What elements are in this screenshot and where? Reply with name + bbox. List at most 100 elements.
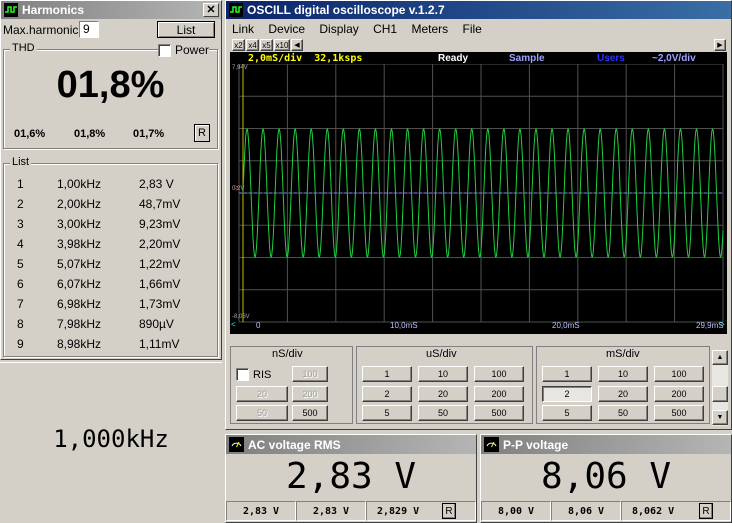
zoom-x10-button[interactable]: x10	[274, 39, 290, 51]
frequency-display: 1,000kHz	[53, 425, 169, 453]
harmonic-frequency: 3,00kHz	[57, 217, 102, 231]
ris-checkbox[interactable]	[236, 368, 249, 381]
us-1-button[interactable]: 1	[362, 366, 412, 382]
list-item: 3 3,00kHz 9,23mV	[17, 217, 209, 231]
ac-rms-reset-button[interactable]: R	[442, 503, 456, 519]
scope-screen[interactable]: 2,0mS/div 32,1ksps Ready Sample Users ~2…	[230, 52, 727, 334]
menu-ch1[interactable]: CH1	[373, 22, 397, 36]
us-2-button[interactable]: 2	[362, 386, 412, 402]
harmonic-number: 2	[17, 197, 24, 211]
menu-file[interactable]: File	[462, 22, 481, 36]
close-icon[interactable]: ✕	[203, 3, 219, 17]
x-label-20: 20,0mS	[552, 321, 580, 330]
harmonic-amplitude: 48,7mV	[139, 197, 181, 211]
scroll-left-marker-icon[interactable]: <	[231, 320, 236, 329]
harmonic-amplitude: 1,22mV	[139, 257, 181, 271]
thd-sub-3: 01,7%	[133, 128, 165, 140]
harmonic-frequency: 5,07kHz	[57, 257, 102, 271]
pp-title: P-P voltage	[503, 437, 569, 452]
list-item: 8 7,98kHz 890µV	[17, 317, 209, 331]
osc-titlebar[interactable]: OSCILL digital oscilloscope v.1.2.7	[226, 1, 731, 19]
list-item: 6 6,07kHz 1,66mV	[17, 277, 209, 291]
scroll-down-icon[interactable]: ▼	[712, 410, 728, 425]
scroll-up-icon[interactable]: ▲	[712, 350, 728, 365]
x-label-10: 10,0mS	[390, 321, 418, 330]
menu-link[interactable]: Link	[232, 22, 254, 36]
ms-1-button[interactable]: 1	[542, 366, 592, 382]
harmonics-title: Harmonics	[22, 3, 85, 17]
ns-50-button[interactable]: 50	[236, 405, 288, 421]
harmonic-number: 4	[17, 237, 24, 251]
pp-sub-2: 8,06 V	[551, 501, 621, 521]
us-label: uS/div	[426, 348, 457, 360]
us-200-button[interactable]: 200	[474, 386, 524, 402]
ac-rms-subrow: 2,83 V 2,83 V 2,829 V R	[226, 501, 476, 522]
harmonic-amplitude: 1,73mV	[139, 297, 181, 311]
ms-200-button[interactable]: 200	[654, 386, 704, 402]
ms-100-button[interactable]: 100	[654, 366, 704, 382]
app-logo-icon	[229, 3, 243, 17]
harmonic-amplitude: 9,23mV	[139, 217, 181, 231]
list-item: 7 6,98kHz 1,73mV	[17, 297, 209, 311]
harmonic-number: 6	[17, 277, 24, 291]
ac-rms-sub-1: 2,83 V	[226, 501, 296, 521]
power-checkbox[interactable]	[157, 43, 171, 57]
zoom-x4-button[interactable]: x4	[246, 39, 259, 51]
ms-500-button[interactable]: 500	[654, 405, 704, 421]
harmonic-amplitude: 890µV	[139, 317, 174, 331]
ac-rms-titlebar[interactable]: AC voltage RMS	[226, 435, 476, 454]
us-50-button[interactable]: 50	[418, 405, 468, 421]
max-harmonic-input[interactable]: 9	[79, 21, 99, 38]
scroll-right-marker-icon[interactable]: >	[720, 320, 725, 329]
vertical-scrollbar[interactable]: ▲ ▼	[712, 350, 728, 426]
ms-10-button[interactable]: 10	[598, 366, 648, 382]
harmonics-titlebar[interactable]: Harmonics ✕	[1, 1, 221, 19]
pp-meter: P-P voltage 8,06 V 8,00 V 8,06 V 8,062 V…	[480, 434, 732, 523]
scope-plot	[238, 64, 724, 323]
ms-2-button[interactable]: 2	[542, 386, 592, 402]
scroll-thumb[interactable]	[712, 386, 728, 402]
harmonic-frequency: 6,07kHz	[57, 277, 102, 291]
oscilloscope-window: OSCILL digital oscilloscope v.1.2.7 Link…	[225, 0, 732, 430]
menu-meters[interactable]: Meters	[411, 22, 448, 36]
zoom-x2-button[interactable]: x2	[232, 39, 245, 51]
trigger-marker-icon[interactable]: >	[234, 183, 240, 192]
harmonic-frequency: 6,98kHz	[57, 297, 102, 311]
state-status: Ready	[438, 53, 469, 64]
ns-100-button[interactable]: 100	[292, 366, 328, 382]
zoom-x5-button[interactable]: x5	[260, 39, 273, 51]
harmonic-number: 1	[17, 177, 24, 191]
reset-button[interactable]: R	[194, 124, 210, 142]
ms-20-button[interactable]: 20	[598, 386, 648, 402]
scroll-left-icon[interactable]: ◀	[291, 39, 303, 51]
ms-label: mS/div	[606, 348, 640, 360]
menu-device[interactable]: Device	[268, 22, 305, 36]
us-100-button[interactable]: 100	[474, 366, 524, 382]
trigger-status: Users	[597, 53, 625, 64]
scroll-right-icon[interactable]: ▶	[714, 39, 726, 51]
ns-200-button[interactable]: 200	[292, 386, 328, 402]
ns-500-button[interactable]: 500	[292, 405, 328, 421]
y-top-label: 7,94V	[232, 65, 248, 71]
list-item: 4 3,98kHz 2,20mV	[17, 237, 209, 251]
ms-50-button[interactable]: 50	[598, 405, 648, 421]
harmonic-amplitude: 2,83 V	[139, 177, 174, 191]
us-10-button[interactable]: 10	[418, 366, 468, 382]
mode-status: Sample	[509, 53, 545, 64]
harmonics-window: Harmonics ✕ Max.harmonic 9 List THD Powe…	[0, 0, 222, 360]
us-20-button[interactable]: 20	[418, 386, 468, 402]
list-item: 1 1,00kHz 2,83 V	[17, 177, 209, 191]
pp-value: 8,06 V	[540, 456, 672, 497]
ms-5-button[interactable]: 5	[542, 405, 592, 421]
us-500-button[interactable]: 500	[474, 405, 524, 421]
us-5-button[interactable]: 5	[362, 405, 412, 421]
ac-rms-value: 2,83 V	[285, 456, 417, 497]
ns-20-button[interactable]: 20	[236, 386, 288, 402]
app-logo-icon	[4, 3, 18, 17]
harmonic-number: 3	[17, 217, 24, 231]
pp-reset-button[interactable]: R	[699, 503, 713, 519]
pp-titlebar[interactable]: P-P voltage	[481, 435, 731, 454]
menu-display[interactable]: Display	[319, 22, 358, 36]
thd-label: THD	[10, 42, 37, 54]
list-button[interactable]: List	[157, 21, 215, 38]
